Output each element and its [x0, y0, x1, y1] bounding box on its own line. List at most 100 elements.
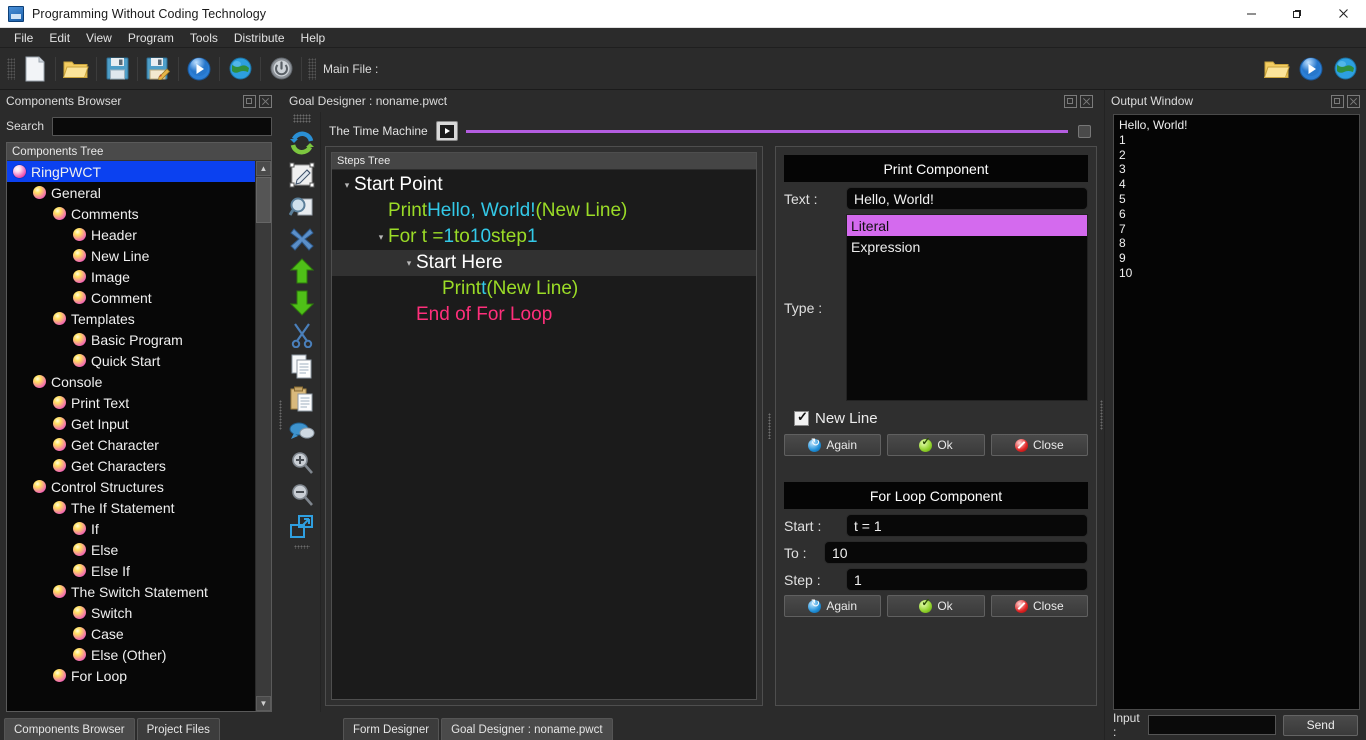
tree-item[interactable]: Control Structures [7, 476, 271, 497]
forloop-again-button[interactable]: Again [784, 595, 881, 617]
tree-item[interactable]: Print Text [7, 392, 271, 413]
scrollbar-thumb[interactable] [256, 177, 271, 223]
tree-item[interactable]: General [7, 182, 271, 203]
scroll-down-icon[interactable]: ▼ [256, 696, 271, 711]
print-again-button[interactable]: Again [784, 434, 881, 456]
type-option[interactable]: Expression [847, 236, 1087, 257]
edit-icon[interactable] [286, 159, 318, 191]
print-close-button[interactable]: Close [991, 434, 1088, 456]
tree-item[interactable]: RingPWCT [7, 161, 271, 182]
forloop-close-button[interactable]: Close [991, 595, 1088, 617]
step-row[interactable]: ▾For t = 1 to 10 step 1 [332, 224, 756, 250]
globe-icon[interactable] [223, 52, 257, 86]
zoom-in-icon[interactable] [286, 447, 318, 479]
tree-item[interactable]: For Loop [7, 665, 271, 686]
paste-icon[interactable] [286, 383, 318, 415]
print-text-input[interactable] [846, 187, 1088, 210]
steps-tree-body[interactable]: ▾Start PointPrint Hello, World! (New Lin… [332, 170, 756, 699]
print-ok-button[interactable]: Ok [887, 434, 984, 456]
open-folder-icon[interactable] [59, 52, 93, 86]
toolbar-grip-2[interactable] [308, 58, 316, 80]
globe-icon[interactable] [1328, 52, 1362, 86]
time-machine-play-button[interactable] [436, 121, 458, 141]
power-icon[interactable] [264, 52, 298, 86]
print-newline-row[interactable]: New Line [794, 410, 1088, 427]
cut-icon[interactable] [286, 319, 318, 351]
tree-item[interactable]: Switch [7, 602, 271, 623]
tree-item[interactable]: Case [7, 623, 271, 644]
tree-item[interactable]: Else If [7, 560, 271, 581]
maximize-button[interactable] [1274, 0, 1320, 28]
new-file-icon[interactable] [18, 52, 52, 86]
move-up-icon[interactable] [286, 255, 318, 287]
tree-item[interactable]: Get Characters [7, 455, 271, 476]
forloop-to-input[interactable] [824, 541, 1088, 564]
tree-item[interactable]: Header [7, 224, 271, 245]
components-tree-scrollbar[interactable]: ▲ ▼ [255, 161, 271, 711]
time-machine-slider-thumb[interactable] [1078, 125, 1091, 138]
time-machine-slider-track[interactable] [466, 130, 1068, 133]
components-tree[interactable]: RingPWCTGeneralCommentsHeaderNew LineIma… [7, 161, 271, 711]
restore-panel-icon[interactable] [1064, 95, 1077, 108]
tree-item[interactable]: Comment [7, 287, 271, 308]
type-option[interactable]: Literal [847, 215, 1087, 236]
expander-icon[interactable]: ▾ [374, 232, 388, 243]
copy-icon[interactable] [286, 351, 318, 383]
tab-form-designer[interactable]: Form Designer [343, 718, 439, 740]
expand-icon[interactable] [286, 511, 318, 543]
menu-file[interactable]: File [6, 29, 41, 47]
tree-item[interactable]: If [7, 518, 271, 539]
run-icon[interactable] [1294, 52, 1328, 86]
close-panel-icon[interactable] [259, 95, 272, 108]
tree-item[interactable]: Basic Program [7, 329, 271, 350]
tree-item[interactable]: The Switch Statement [7, 581, 271, 602]
move-down-icon[interactable] [286, 287, 318, 319]
print-type-listbox[interactable]: LiteralExpression [846, 214, 1088, 401]
step-row[interactable]: ▾Start Here [332, 250, 756, 276]
tree-item[interactable]: Else (Other) [7, 644, 271, 665]
console-input[interactable] [1148, 715, 1276, 735]
search-input[interactable] [52, 117, 272, 136]
tree-item[interactable]: Templates [7, 308, 271, 329]
tab-project-files[interactable]: Project Files [137, 718, 220, 740]
tree-item[interactable]: Comments [7, 203, 271, 224]
menu-help[interactable]: Help [293, 29, 334, 47]
tree-item[interactable]: Image [7, 266, 271, 287]
tab-components-browser[interactable]: Components Browser [4, 718, 135, 740]
forloop-ok-button[interactable]: Ok [887, 595, 984, 617]
expander-icon[interactable]: ▾ [340, 180, 354, 191]
close-panel-icon[interactable] [1347, 95, 1360, 108]
forloop-step-input[interactable] [846, 568, 1088, 591]
step-row[interactable]: Print t (New Line) [332, 276, 756, 302]
scroll-up-icon[interactable]: ▲ [256, 161, 271, 176]
minimize-button[interactable] [1228, 0, 1274, 28]
step-row[interactable]: End of For Loop [332, 302, 756, 328]
refresh-icon[interactable] [286, 127, 318, 159]
zoom-out-icon[interactable] [286, 479, 318, 511]
save-icon[interactable] [100, 52, 134, 86]
restore-panel-icon[interactable] [243, 95, 256, 108]
menu-distribute[interactable]: Distribute [226, 29, 293, 47]
tree-item[interactable]: The If Statement [7, 497, 271, 518]
tree-item[interactable]: Get Input [7, 413, 271, 434]
step-row[interactable]: ▾Start Point [332, 172, 756, 198]
output-console[interactable]: Hello, World!12345678910 [1113, 114, 1360, 710]
search-icon[interactable] [286, 191, 318, 223]
comment-icon[interactable] [286, 415, 318, 447]
tree-item[interactable]: Else [7, 539, 271, 560]
restore-panel-icon[interactable] [1331, 95, 1344, 108]
expander-icon[interactable]: ▾ [402, 258, 416, 269]
new-line-checkbox[interactable] [794, 411, 809, 426]
delete-icon[interactable] [286, 223, 318, 255]
save-as-icon[interactable] [141, 52, 175, 86]
step-row[interactable]: Print Hello, World! (New Line) [332, 198, 756, 224]
tree-item[interactable]: New Line [7, 245, 271, 266]
designer-splitter[interactable] [763, 146, 775, 706]
tree-item[interactable]: Quick Start [7, 350, 271, 371]
close-button[interactable] [1320, 0, 1366, 28]
vtoolbar-grip[interactable] [293, 114, 311, 123]
menu-tools[interactable]: Tools [182, 29, 226, 47]
send-button[interactable]: Send [1283, 715, 1358, 736]
tree-item[interactable]: Console [7, 371, 271, 392]
menu-edit[interactable]: Edit [41, 29, 78, 47]
